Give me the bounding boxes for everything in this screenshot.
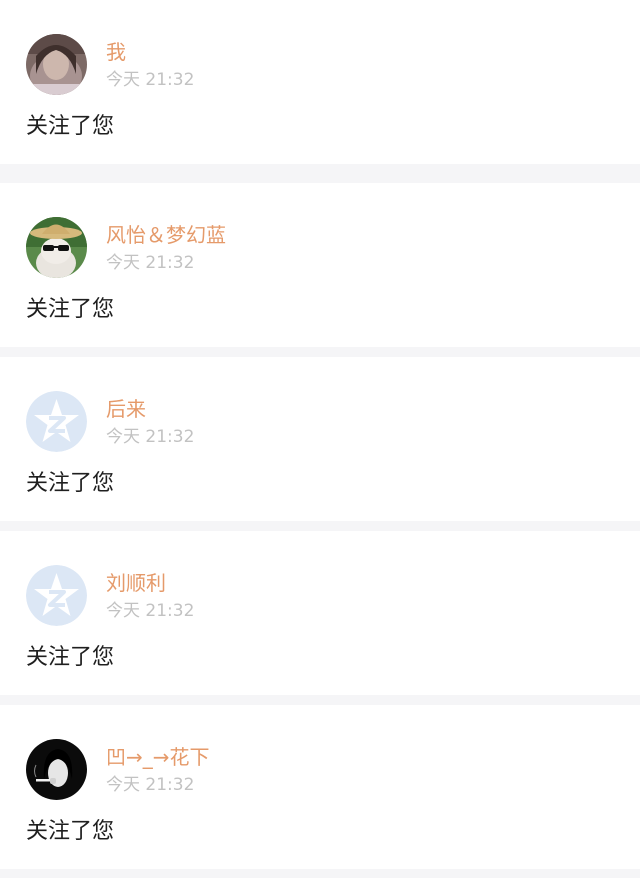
timestamp: 今天 21:32: [106, 601, 195, 621]
user-avatar[interactable]: [26, 34, 87, 95]
user-name[interactable]: 凹→_→花下: [106, 743, 210, 771]
notification-item[interactable]: 我 今天 21:32 关注了您: [0, 0, 640, 164]
user-avatar[interactable]: [26, 217, 87, 278]
user-name[interactable]: 后来: [106, 395, 146, 423]
user-avatar[interactable]: [26, 391, 87, 452]
user-avatar[interactable]: [26, 739, 87, 800]
notification-message: 关注了您: [26, 819, 115, 844]
notification-item[interactable]: 刘顺利 今天 21:32 关注了您: [0, 531, 640, 695]
smoking-girl-avatar-icon: [26, 739, 87, 800]
user-name[interactable]: 我: [106, 38, 126, 66]
photo-avatar-girl-icon: [26, 34, 87, 95]
notification-message: 关注了您: [26, 114, 115, 139]
timestamp: 今天 21:32: [106, 427, 195, 447]
default-qzone-star-avatar-icon: [26, 391, 87, 452]
notification-feed: 我 今天 21:32 关注了您 风怡＆梦幻蓝 今天 21:32 关注了您 后来 …: [0, 0, 640, 878]
timestamp: 今天 21:32: [106, 775, 195, 795]
user-name[interactable]: 刘顺利: [106, 569, 166, 597]
notification-item[interactable]: 凹→_→花下 今天 21:32 关注了您: [0, 705, 640, 869]
timestamp: 今天 21:32: [106, 253, 195, 273]
cat-sunglasses-hat-avatar-icon: [26, 217, 87, 278]
notification-item[interactable]: 风怡＆梦幻蓝 今天 21:32 关注了您: [0, 183, 640, 347]
user-name[interactable]: 风怡＆梦幻蓝: [106, 221, 226, 249]
notification-item[interactable]: 后来 今天 21:32 关注了您: [0, 357, 640, 521]
timestamp: 今天 21:32: [106, 70, 195, 90]
user-avatar[interactable]: [26, 565, 87, 626]
notification-message: 关注了您: [26, 645, 115, 670]
default-qzone-star-avatar-icon: [26, 565, 87, 626]
notification-message: 关注了您: [26, 297, 115, 322]
notification-message: 关注了您: [26, 471, 115, 496]
